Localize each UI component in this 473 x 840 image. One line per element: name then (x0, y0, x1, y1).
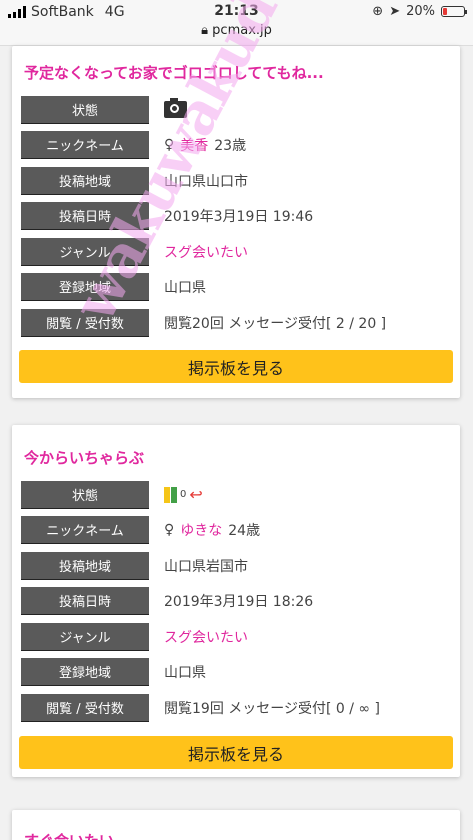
label-area: 投稿地域 (21, 552, 149, 579)
post-title[interactable]: すぐ会いたい (12, 830, 126, 840)
label-views: 閲覧 / 受付数 (21, 309, 149, 336)
row-genre: ジャンル スグ会いたい (21, 623, 451, 650)
label-area: 投稿地域 (21, 167, 149, 194)
reply-arrow-icon: ↩ (189, 485, 203, 504)
row-area: 投稿地域 山口県岩国市 (21, 552, 451, 579)
post-card: 予定なくなってお家でゴロゴロしててもね... 状態 ニックネーム ♀ 美香 23… (12, 46, 460, 398)
post-title[interactable]: 予定なくなってお家でゴロゴロしててもね... (12, 62, 336, 83)
label-status: 状態 (21, 481, 149, 508)
post-title[interactable]: 今からいちゃらぶ (12, 447, 156, 468)
row-area: 投稿地域 山口県山口市 (21, 167, 451, 194)
label-registration: 登録地域 (21, 658, 149, 685)
battery-icon (441, 6, 467, 17)
label-genre: ジャンル (21, 623, 149, 650)
url-bar[interactable]: 🔒︎ pcmax.jp (0, 23, 473, 38)
post-card: 今からいちゃらぶ 状態 0 ↩ ニックネーム ♀ ゆきな 24歳 投稿地域 山口… (12, 425, 460, 777)
label-date: 投稿日時 (21, 587, 149, 614)
row-status: 状態 0 ↩ (21, 481, 451, 508)
age: 23歳 (214, 137, 247, 154)
age: 24歳 (228, 522, 261, 539)
rotation-lock-icon: ⊕ (372, 4, 384, 19)
date-value: 2019年3月19日 18:26 (164, 593, 314, 610)
row-registration: 登録地域 山口県 (21, 273, 451, 300)
camera-icon (164, 98, 187, 118)
label-genre: ジャンル (21, 238, 149, 265)
registration-value: 山口県 (164, 664, 206, 681)
post-card: すぐ会いたい (12, 810, 460, 840)
registration-value: 山口県 (164, 279, 206, 296)
genre-link[interactable]: スグ会いたい (164, 242, 248, 262)
label-status: 状態 (21, 96, 149, 123)
battery-percent: 20% (406, 4, 435, 19)
row-date: 投稿日時 2019年3月19日 19:46 (21, 202, 451, 229)
location-icon: ➤ (389, 4, 401, 19)
view-board-button[interactable]: 掲示板を見る (19, 736, 453, 769)
row-genre: ジャンル スグ会いたい (21, 238, 451, 265)
status-bar: SoftBank 4G 21:13 🔒︎ pcmax.jp ⊕ ➤ 20% (0, 0, 473, 46)
url-text: pcmax.jp (212, 23, 272, 38)
row-views: 閲覧 / 受付数 閲覧19回 メッセージ受付[ 0 / ∞ ] (21, 694, 451, 721)
row-status: 状態 (21, 96, 451, 123)
label-views: 閲覧 / 受付数 (21, 694, 149, 721)
row-registration: 登録地域 山口県 (21, 658, 451, 685)
views-value: 閲覧20回 メッセージ受付[ 2 / 20 ] (164, 315, 387, 332)
nickname-link[interactable]: ゆきな (180, 520, 222, 540)
lock-icon: 🔒︎ (201, 23, 209, 38)
nickname-link[interactable]: 美香 (180, 135, 208, 155)
area-value: 山口県山口市 (164, 173, 248, 190)
genre-link[interactable]: スグ会いたい (164, 627, 248, 647)
row-date: 投稿日時 2019年3月19日 18:26 (21, 587, 451, 614)
female-icon: ♀ (164, 136, 175, 153)
label-date: 投稿日時 (21, 202, 149, 229)
view-board-button[interactable]: 掲示板を見る (19, 350, 453, 383)
status-count: 0 (180, 489, 187, 500)
label-nickname: ニックネーム (21, 516, 149, 543)
row-views: 閲覧 / 受付数 閲覧20回 メッセージ受付[ 2 / 20 ] (21, 309, 451, 336)
label-nickname: ニックネーム (21, 131, 149, 158)
area-value: 山口県岩国市 (164, 558, 248, 575)
row-nickname: ニックネーム ♀ ゆきな 24歳 (21, 516, 451, 543)
beginner-leaf-icon (164, 486, 177, 503)
female-icon: ♀ (164, 521, 175, 538)
date-value: 2019年3月19日 19:46 (164, 208, 314, 225)
row-nickname: ニックネーム ♀ 美香 23歳 (21, 131, 451, 158)
label-registration: 登録地域 (21, 273, 149, 300)
views-value: 閲覧19回 メッセージ受付[ 0 / ∞ ] (164, 700, 380, 717)
